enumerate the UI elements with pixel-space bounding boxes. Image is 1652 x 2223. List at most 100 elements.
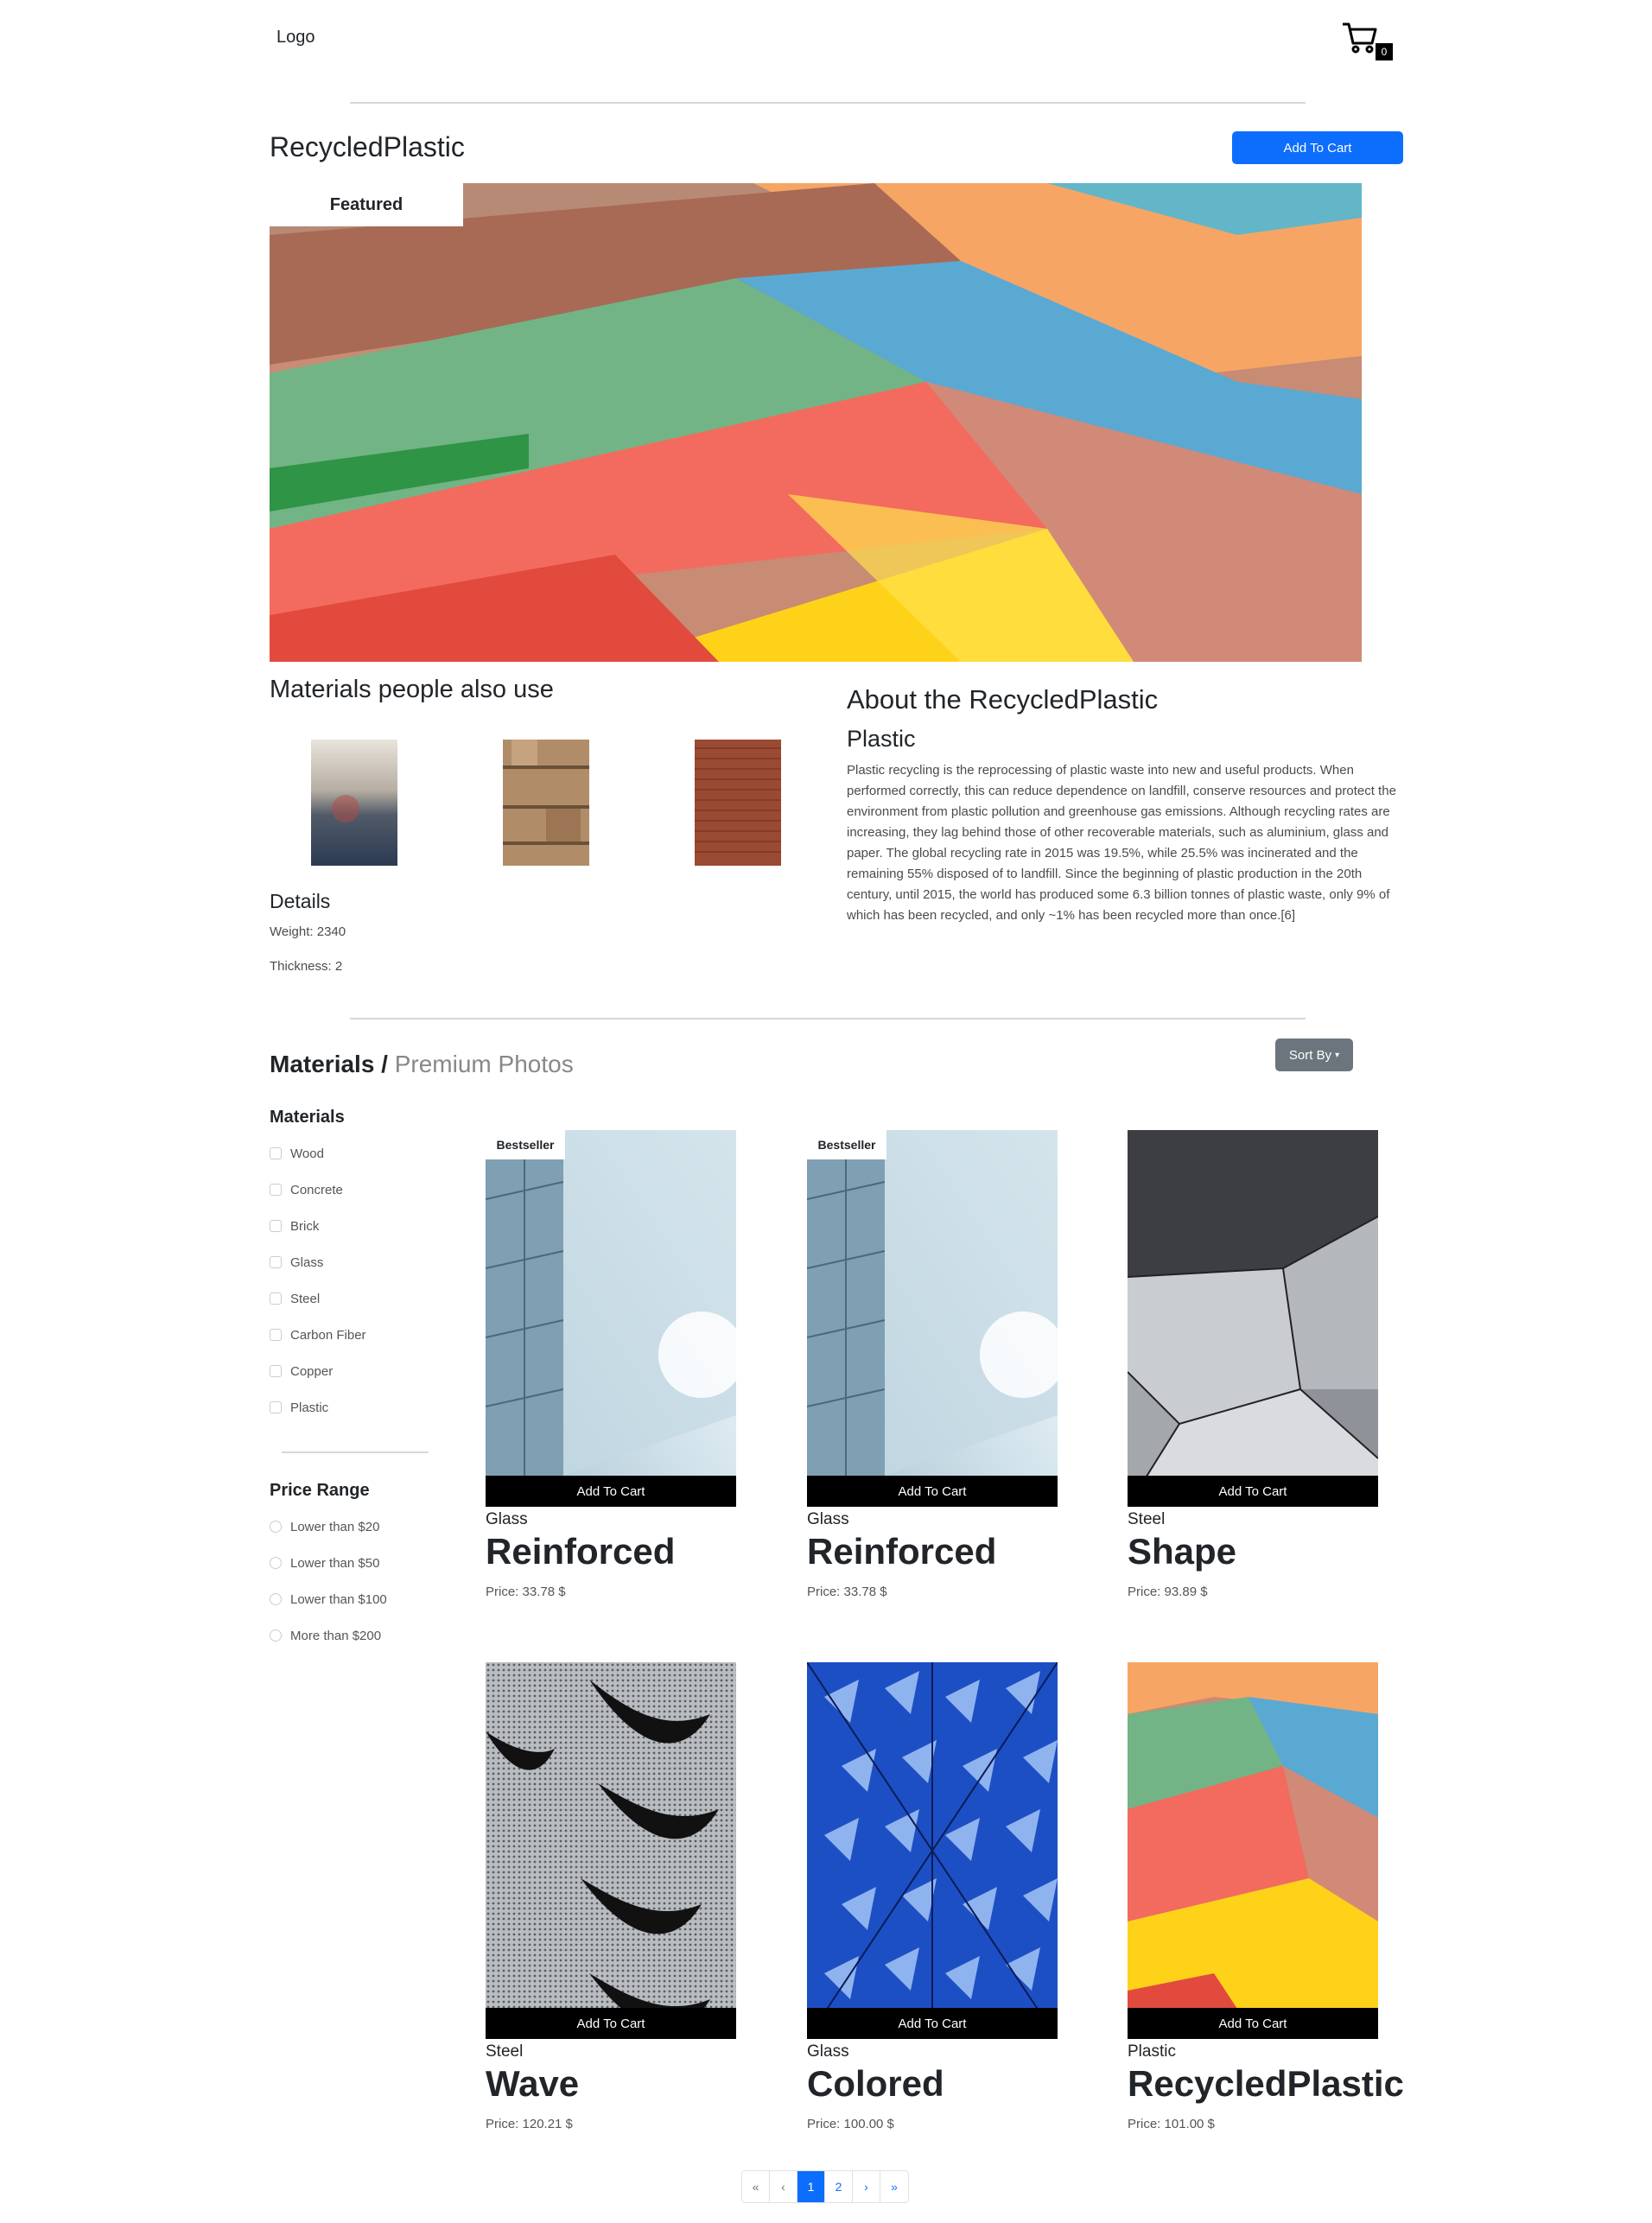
page-2[interactable]: 2: [825, 2171, 853, 2202]
price-label: Lower than $20: [290, 1519, 380, 1534]
divider: [350, 1018, 1306, 1019]
related-material-thumb[interactable]: [695, 740, 781, 866]
radio[interactable]: [270, 1593, 282, 1605]
checkbox[interactable]: [270, 1365, 282, 1377]
add-to-cart-button[interactable]: Add To Cart: [1232, 131, 1403, 164]
sort-by-button[interactable]: Sort By ▾: [1275, 1038, 1353, 1071]
product-card[interactable]: Add To Cart Plastic RecycledPlastic Pric…: [1128, 1662, 1404, 2131]
listing-heading-sub: Premium Photos: [394, 1051, 574, 1077]
checkbox[interactable]: [270, 1256, 282, 1268]
radio[interactable]: [270, 1557, 282, 1569]
card-price: Price: 100.00 $: [807, 2117, 894, 2131]
product-image[interactable]: Add To Cart: [1128, 1130, 1378, 1507]
product-image[interactable]: Bestseller Add To Cart: [486, 1130, 736, 1507]
checkbox[interactable]: [270, 1184, 282, 1196]
also-use-heading: Materials people also use: [270, 676, 554, 703]
card-price: Price: 101.00 $: [1128, 2117, 1215, 2131]
featured-image: [270, 183, 1362, 662]
card-category: Steel: [486, 2042, 524, 2061]
card-category: Glass: [486, 1510, 528, 1528]
filter-label: Carbon Fiber: [290, 1327, 366, 1343]
bestseller-badge: Bestseller: [807, 1130, 886, 1159]
card-add-to-cart[interactable]: Add To Cart: [486, 2008, 736, 2039]
card-add-to-cart[interactable]: Add To Cart: [1128, 2008, 1378, 2039]
about-description: Plastic recycling is the reprocessing of…: [847, 763, 1396, 923]
filter-glass[interactable]: Glass: [270, 1244, 366, 1280]
radio[interactable]: [270, 1629, 282, 1642]
card-title[interactable]: Reinforced: [486, 1531, 736, 1572]
checkbox[interactable]: [270, 1147, 282, 1159]
filter-copper[interactable]: Copper: [270, 1353, 366, 1389]
related-material-thumb[interactable]: [311, 740, 397, 866]
filter-label: Copper: [290, 1363, 334, 1379]
caret-down-icon: ▾: [1335, 1050, 1340, 1060]
card-title[interactable]: Shape: [1128, 1531, 1378, 1572]
filter-steel[interactable]: Steel: [270, 1280, 366, 1317]
details-thickness: Thickness: 2: [270, 959, 343, 974]
product-card[interactable]: Add To Cart Steel Wave Price: 120.21 $: [486, 1662, 736, 2131]
radio[interactable]: [270, 1521, 282, 1533]
price-lower-20[interactable]: Lower than $20: [270, 1508, 387, 1545]
price-filter-heading: Price Range: [270, 1481, 370, 1500]
card-price: Price: 120.21 $: [486, 2117, 573, 2131]
divider: [350, 102, 1306, 104]
page-next[interactable]: ›: [853, 2171, 880, 2202]
product-image[interactable]: Add To Cart: [1128, 1662, 1378, 2039]
card-title[interactable]: Reinforced: [807, 1531, 1058, 1572]
card-add-to-cart[interactable]: Add To Cart: [807, 2008, 1058, 2039]
filter-plastic[interactable]: Plastic: [270, 1389, 366, 1426]
page-prev[interactable]: ‹: [770, 2171, 797, 2202]
product-card[interactable]: Add To Cart Steel Shape Price: 93.89 $: [1128, 1130, 1378, 1599]
product-card[interactable]: Bestseller Add To Cart Glass Reinforced …: [486, 1130, 736, 1599]
page-1[interactable]: 1: [797, 2171, 825, 2202]
checkbox[interactable]: [270, 1293, 282, 1305]
checkbox[interactable]: [270, 1401, 282, 1413]
card-title[interactable]: RecycledPlastic: [1128, 2063, 1404, 2105]
filter-label: Wood: [290, 1146, 324, 1161]
filter-wood[interactable]: Wood: [270, 1135, 366, 1172]
filter-carbon-fiber[interactable]: Carbon Fiber: [270, 1317, 366, 1353]
card-add-to-cart[interactable]: Add To Cart: [807, 1476, 1058, 1507]
logo[interactable]: Logo: [276, 28, 315, 48]
product-card[interactable]: Add To Cart Glass Colored Price: 100.00 …: [807, 1662, 1058, 2131]
product-title: RecycledPlastic: [270, 131, 465, 162]
related-material-thumb[interactable]: [503, 740, 589, 866]
listing-heading-main: Materials /: [270, 1051, 388, 1077]
card-category: Glass: [807, 2042, 849, 2061]
materials-filter-heading: Materials: [270, 1108, 345, 1127]
about-subheading: Plastic: [847, 726, 916, 752]
page-first[interactable]: «: [742, 2171, 770, 2202]
card-add-to-cart[interactable]: Add To Cart: [1128, 1476, 1378, 1507]
card-price: Price: 33.78 $: [486, 1585, 566, 1599]
product-image[interactable]: Bestseller Add To Cart: [807, 1130, 1058, 1507]
product-image[interactable]: Add To Cart: [807, 1662, 1058, 2039]
price-filter-list: Lower than $20 Lower than $50 Lower than…: [270, 1508, 387, 1654]
price-more-200[interactable]: More than $200: [270, 1617, 387, 1654]
card-price: Price: 93.89 $: [1128, 1585, 1208, 1599]
card-add-to-cart[interactable]: Add To Cart: [486, 1476, 736, 1507]
filter-label: Brick: [290, 1218, 320, 1234]
checkbox[interactable]: [270, 1329, 282, 1341]
details-heading: Details: [270, 890, 331, 912]
card-title[interactable]: Wave: [486, 2063, 736, 2105]
filter-concrete[interactable]: Concrete: [270, 1172, 366, 1208]
sort-by-label: Sort By: [1288, 1047, 1332, 1063]
card-title[interactable]: Colored: [807, 2063, 1058, 2105]
checkbox[interactable]: [270, 1220, 282, 1232]
price-lower-50[interactable]: Lower than $50: [270, 1545, 387, 1581]
pagination: « ‹ 1 2 › »: [741, 2170, 909, 2203]
filter-brick[interactable]: Brick: [270, 1208, 366, 1244]
product-card[interactable]: Bestseller Add To Cart Glass Reinforced …: [807, 1130, 1058, 1599]
filter-label: Plastic: [290, 1400, 329, 1415]
card-category: Plastic: [1128, 2042, 1176, 2061]
cart-icon: [1343, 22, 1377, 54]
cart-button[interactable]: 0: [1341, 21, 1393, 62]
bestseller-badge: Bestseller: [486, 1130, 565, 1159]
page-last[interactable]: »: [880, 2171, 908, 2202]
about-heading: About the RecycledPlastic: [847, 684, 1159, 715]
details-weight: Weight: 2340: [270, 924, 346, 939]
price-lower-100[interactable]: Lower than $100: [270, 1581, 387, 1617]
product-image[interactable]: Add To Cart: [486, 1662, 736, 2039]
materials-filter-list: Wood Concrete Brick Glass Steel Carbon F…: [270, 1135, 366, 1426]
card-category: Glass: [807, 1510, 849, 1528]
